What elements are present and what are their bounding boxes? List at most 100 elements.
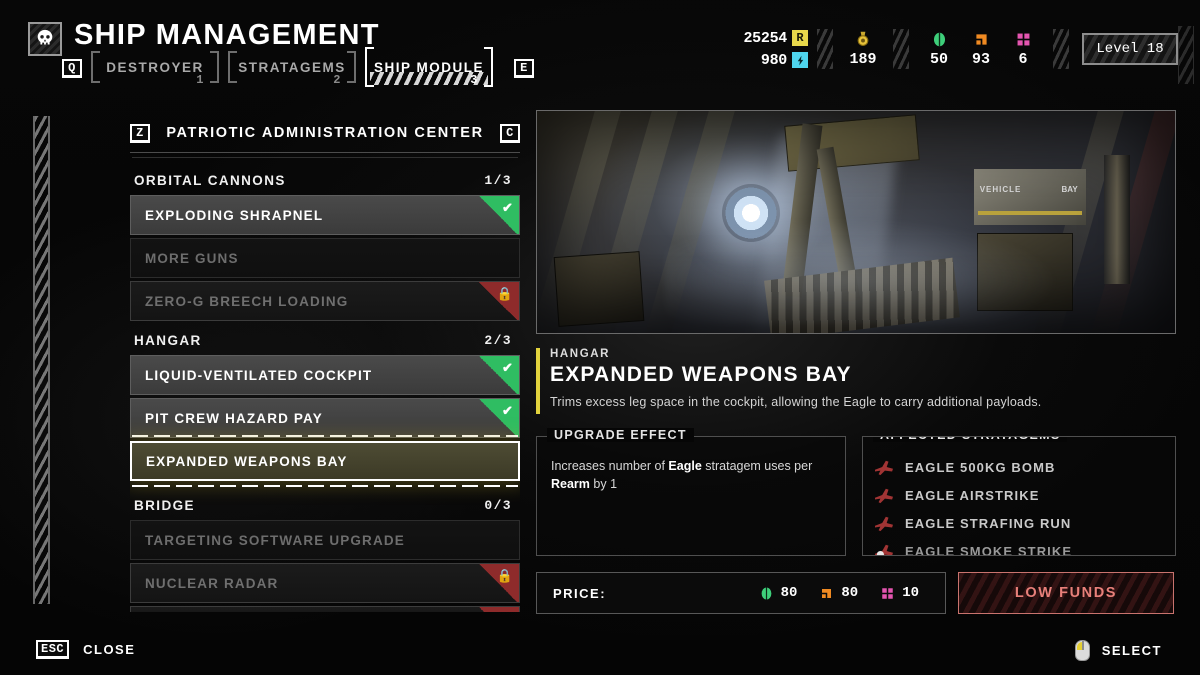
list-item[interactable]: LIQUID-VENTILATED COCKPIT ✔ <box>130 355 520 395</box>
upgrade-effect-text: Increases number of Eagle stratagem uses… <box>537 437 845 493</box>
super-sample-icon <box>882 587 893 599</box>
eagle-jet-icon <box>873 542 895 555</box>
ship-management-screen: SHIP MANAGEMENT Q DESTROYER 1 STRATAGEMS… <box>0 0 1200 675</box>
module-name: EXPANDED WEAPONS BAY <box>550 363 852 386</box>
credits-row: 980 <box>761 50 808 70</box>
owned-check-corner: ✔ <box>479 196 519 234</box>
eagle-jet-icon <box>873 486 895 504</box>
list-item-selected[interactable]: EXPANDED WEAPONS BAY <box>130 441 520 481</box>
module-list-scroll[interactable]: ORBITAL CANNONS 1/3 EXPLODING SHRAPNEL ✔… <box>130 164 520 612</box>
list-item[interactable]: NUCLEAR RADAR 🔒 <box>130 563 520 603</box>
tab-stratagems[interactable]: STRATAGEMS 2 <box>228 49 356 87</box>
eagle-jet-icon <box>873 514 895 532</box>
group-count: 2/3 <box>484 333 512 348</box>
stratagem-row: EAGLE AIRSTRIKE <box>873 481 1175 509</box>
price-value: 10 <box>902 585 919 601</box>
next-tab-key[interactable]: E <box>514 59 534 78</box>
module-label: EXPANDED WEAPONS BAY <box>146 453 348 469</box>
rare-sample-icon <box>822 588 832 598</box>
module-label: LIQUID-VENTILATED COCKPIT <box>145 367 373 383</box>
lock-icon: 🔒 <box>496 568 514 583</box>
list-item[interactable]: TARGETING SOFTWARE UPGRADE <box>130 520 520 560</box>
mouse-icon <box>1074 640 1090 661</box>
tab-bar: Q DESTROYER 1 STRATAGEMS 2 SHIP MODULE 3 <box>62 47 534 87</box>
medals-counter: 189 <box>842 30 884 68</box>
common-samples-value: 50 <box>929 51 948 68</box>
esc-key[interactable]: ESC <box>36 640 70 659</box>
list-item[interactable]: MORE GUNS <box>130 238 520 278</box>
upgrade-effect-legend: UPGRADE EFFECT <box>547 428 694 442</box>
common-sample-icon <box>931 30 948 48</box>
group-name: BRIDGE <box>134 498 195 513</box>
stratagem-row: EAGLE STRAFING RUN <box>873 509 1175 537</box>
requisition-row: 25254 R <box>743 28 808 48</box>
group-name: ORBITAL CANNONS <box>134 173 286 188</box>
level-badge: Level 18 <box>1082 33 1178 65</box>
tab-bracket-right <box>347 51 356 83</box>
stratagem-label: EAGLE AIRSTRIKE <box>905 487 1040 503</box>
owned-check-corner: ✔ <box>479 356 519 394</box>
module-category-label: HANGAR <box>550 348 611 360</box>
price-item-rare: 80 <box>819 585 858 601</box>
affected-stratagems-legend: AFFECTED STRATAGEMS <box>873 437 1068 442</box>
price-value: 80 <box>841 585 859 601</box>
purchase-row: PRICE: 80 80 10 LOW FUNDS <box>536 572 1176 614</box>
select-action[interactable]: SELECT <box>1074 640 1162 661</box>
group-count: 1/3 <box>484 173 512 188</box>
group-header-orbital-cannons: ORBITAL CANNONS 1/3 <box>130 164 520 195</box>
stratagem-row: EAGLE SMOKE STRIKE <box>873 537 1175 555</box>
owned-check-corner: ✔ <box>479 399 519 437</box>
list-item[interactable]: PIT CREW HAZARD PAY ✔ <box>130 398 520 438</box>
tab-label: DESTROYER <box>106 59 204 75</box>
detail-boxes: UPGRADE EFFECT Increases number of Eagle… <box>536 428 1176 556</box>
medal-icon <box>855 30 871 48</box>
super-samples-value: 6 <box>1018 51 1028 68</box>
effect-part-c: stratagem uses per <box>701 459 813 473</box>
list-item-partial[interactable] <box>130 606 520 612</box>
prev-category-key[interactable]: Z <box>130 123 150 143</box>
purchase-button[interactable]: LOW FUNDS <box>958 572 1174 614</box>
module-label: ZERO-G BREECH LOADING <box>145 293 349 309</box>
price-item-super: 10 <box>880 585 919 601</box>
super-samples-counter: 6 <box>1002 30 1044 68</box>
left-decor-rail <box>33 116 50 604</box>
module-list-panel: Z PATRIOTIC ADMINISTRATION CENTER C ORBI… <box>130 116 520 612</box>
list-item[interactable]: EXPLODING SHRAPNEL ✔ <box>130 195 520 235</box>
check-icon: ✔ <box>501 200 514 215</box>
price-items: 80 80 10 <box>759 585 945 601</box>
list-item[interactable]: ZERO-G BREECH LOADING 🔒 <box>130 281 520 321</box>
module-preview-image: VEHICLE BAY <box>536 110 1176 334</box>
right-edge-hatch <box>1178 26 1194 84</box>
tab-bracket-left <box>91 51 100 83</box>
price-box: PRICE: 80 80 10 <box>536 572 946 614</box>
close-action[interactable]: ESC CLOSE <box>36 640 135 659</box>
currency-stack: 25254 R 980 <box>743 28 808 70</box>
module-label: NUCLEAR RADAR <box>145 575 279 591</box>
divider-hatch <box>1053 29 1069 69</box>
common-samples-counter: 50 <box>918 30 960 68</box>
tab-destroyer[interactable]: DESTROYER 1 <box>91 49 219 87</box>
group-header-hangar: HANGAR 2/3 <box>130 324 520 355</box>
stratagem-list: EAGLE 500KG BOMB EAGLE AIRSTRIKE EAGLE S… <box>863 437 1175 555</box>
rare-samples-counter: 93 <box>960 30 1002 68</box>
module-detail-panel: VEHICLE BAY HANGAR EXPANDED WEAPONS BAY … <box>536 110 1176 614</box>
resource-bar: 25254 R 980 189 50 93 6 Level 18 <box>743 24 1178 74</box>
check-icon: ✔ <box>501 360 514 375</box>
effect-highlight-rearm: Rearm <box>551 477 590 492</box>
price-label: PRICE: <box>553 585 607 601</box>
upgrade-effect-box: UPGRADE EFFECT Increases number of Eagle… <box>536 428 846 556</box>
close-label: CLOSE <box>83 642 136 657</box>
check-icon: ✔ <box>501 403 514 418</box>
accent-bar <box>536 348 540 414</box>
group-name: HANGAR <box>134 333 202 348</box>
effect-highlight-eagle: Eagle <box>668 459 702 473</box>
module-label: TARGETING SOFTWARE UPGRADE <box>145 532 405 548</box>
effect-part-a: Increases number of <box>551 459 669 473</box>
tab-ship-module[interactable]: SHIP MODULE 3 <box>365 47 493 87</box>
next-category-key[interactable]: C <box>500 123 520 143</box>
prev-tab-key[interactable]: Q <box>62 59 82 78</box>
tab-label: STRATAGEMS <box>238 59 346 75</box>
tab-number: 3 <box>470 73 479 87</box>
common-sample-icon <box>761 587 771 599</box>
price-value: 80 <box>780 585 798 601</box>
